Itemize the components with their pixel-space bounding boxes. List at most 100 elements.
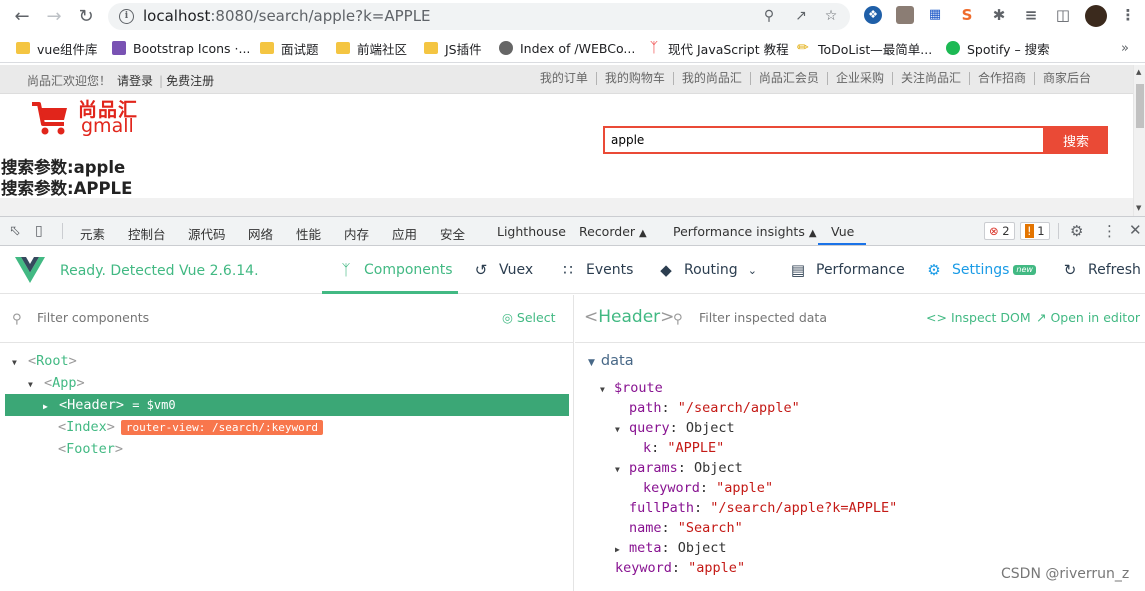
tree-node-index[interactable]: <Index> router-view: /search/:keyword [58, 416, 323, 438]
bookmark-item[interactable]: 面试题 [260, 40, 319, 57]
tab-console[interactable]: 控制台 [128, 224, 166, 243]
inspect-dom-button[interactable]: <> Inspect DOM [926, 310, 1031, 325]
page-scrollbar[interactable]: ▲ ▼ [1133, 65, 1145, 216]
expand-arrow-icon[interactable]: ▼ [12, 352, 28, 374]
zoom-icon[interactable]: ⚲ [760, 7, 778, 25]
data-row-route[interactable]: ▼ $route [600, 378, 663, 400]
bookmark-item[interactable]: vue组件库 [16, 40, 98, 57]
data-section-title[interactable]: ▼ data [588, 353, 634, 369]
topnav-cart[interactable]: 我的购物车 [595, 72, 673, 85]
reading-list-icon[interactable]: ≡ [1022, 6, 1040, 24]
register-link[interactable]: 免费注册 [166, 74, 214, 88]
devtools-close-icon[interactable]: ✕ [1129, 221, 1142, 239]
info-icon[interactable]: i [119, 9, 134, 24]
vue-tab-vuex[interactable]: ↺ Vuex [471, 261, 533, 279]
component-tree-pane: ⚲ ◎ Select ▼<Root> ▼<App> ▶<Header> = $v… [0, 295, 574, 591]
scroll-down-icon[interactable]: ▼ [1136, 204, 1141, 212]
topnav-orders[interactable]: 我的订单 [532, 72, 596, 85]
vue-logo-icon [15, 257, 45, 283]
tab-sources[interactable]: 源代码 [188, 224, 226, 243]
bookmark-item[interactable]: ᛉ 现代 JavaScript 教程 [647, 40, 789, 57]
topnav-merchant[interactable]: 商家后台 [1033, 72, 1099, 85]
bookmark-item[interactable]: Bootstrap Icons ·... [112, 40, 250, 56]
extension-s-icon[interactable]: S [958, 6, 976, 24]
tab-lighthouse[interactable]: Lighthouse [497, 224, 566, 239]
topnav-cooperate[interactable]: 合作招商 [968, 72, 1034, 85]
vue-tab-label: Components [364, 262, 453, 278]
tab-recorder[interactable]: Recorder ▲ [579, 224, 647, 239]
topnav-follow[interactable]: 关注尚品汇 [891, 72, 969, 85]
url-text[interactable]: localhost:8080/search/apple?k=APPLE [143, 7, 431, 25]
expand-arrow-icon[interactable]: ▶ [43, 396, 59, 418]
back-arrow-icon[interactable]: ← [10, 5, 34, 29]
extension-avatar-icon[interactable] [896, 6, 914, 24]
login-link[interactable]: 请登录 [117, 74, 153, 88]
data-row-params[interactable]: ▼ params: Object [615, 458, 743, 480]
extension-helper-icon[interactable]: ❖ [864, 6, 882, 24]
bookmark-label: ToDoList—最简单... [818, 41, 933, 57]
bookmark-item[interactable]: JS插件 [424, 40, 482, 57]
tree-node-app[interactable]: ▼ <App> [28, 372, 85, 394]
folder-icon [16, 42, 30, 54]
active-tab-indicator [818, 243, 866, 245]
data-row-k: k: "APPLE" [643, 440, 725, 456]
folder-icon [260, 42, 274, 54]
bookmarks-overflow-icon[interactable]: » [1121, 40, 1129, 56]
profile-avatar[interactable] [1085, 5, 1107, 27]
tree-node-root[interactable]: ▼ <Root> [12, 350, 77, 372]
browser-menu-icon[interactable]: ⋮ [1119, 6, 1137, 24]
vue-tab-routing[interactable]: ◆ Routing ⌄ [656, 261, 757, 279]
tab-security[interactable]: 安全 [440, 224, 465, 243]
extension-grid-icon[interactable]: ▦ [926, 6, 944, 24]
forward-arrow-icon[interactable]: → [42, 5, 66, 29]
site-logo[interactable]: 尚品汇 gmall [30, 96, 140, 141]
bookmark-label: 面试题 [281, 41, 319, 57]
scroll-up-icon[interactable]: ▲ [1136, 68, 1141, 76]
tab-application[interactable]: 应用 [392, 224, 417, 243]
bookmark-item[interactable]: Spotify – 搜索 [946, 40, 1050, 57]
vue-tab-events[interactable]: ∷ Events [558, 261, 633, 279]
error-count-badge[interactable]: ⊗ 2 [984, 222, 1015, 240]
tab-network[interactable]: 网络 [248, 224, 273, 243]
vue-tab-components[interactable]: ᛉ Components [336, 261, 453, 279]
search-button[interactable]: 搜索 [1044, 126, 1108, 154]
warning-count-badge[interactable]: ! 1 [1020, 222, 1050, 240]
tab-performance-insights[interactable]: Performance insights ▲ [673, 224, 817, 239]
share-icon[interactable]: ↗ [792, 7, 810, 25]
bookmark-item[interactable]: Index of /WEBCo... [499, 40, 635, 56]
inspector-filter-bar: <Header> ⚲ <> Inspect DOM ↗ Open in edit… [575, 295, 1145, 343]
topnav-enterprise[interactable]: 企业采购 [826, 72, 892, 85]
data-row-query[interactable]: ▼ query: Object [615, 418, 735, 440]
tree-node-footer[interactable]: <Footer> [58, 438, 123, 460]
bookmark-star-icon[interactable]: ☆ [822, 7, 840, 25]
scroll-thumb[interactable] [1136, 84, 1144, 128]
search-input[interactable] [603, 126, 1045, 154]
tab-elements[interactable]: 元素 [80, 224, 105, 243]
tab-memory[interactable]: 内存 [344, 224, 369, 243]
tab-vue[interactable]: Vue [831, 224, 854, 239]
data-row-meta[interactable]: ▶ meta: Object [615, 538, 727, 560]
devtools-settings-icon[interactable]: ⚙ [1070, 222, 1083, 240]
open-in-editor-button[interactable]: ↗ Open in editor [1036, 310, 1140, 325]
bookmark-item[interactable]: 前端社区 [336, 40, 407, 57]
device-toolbar-icon[interactable]: ▯ [35, 223, 43, 239]
topnav-my[interactable]: 我的尚品汇 [672, 72, 750, 85]
filter-inspected-input[interactable] [699, 310, 909, 325]
extensions-puzzle-icon[interactable]: ✱ [990, 6, 1008, 24]
topnav-member[interactable]: 尚品汇会员 [749, 72, 827, 85]
tab-performance[interactable]: 性能 [296, 224, 321, 243]
side-panel-icon[interactable]: ◫ [1054, 6, 1072, 24]
expand-arrow-icon[interactable]: ▼ [28, 374, 44, 396]
vue-tab-settings[interactable]: ⚙ Settings new [924, 261, 1036, 279]
vue-tab-refresh[interactable]: ↻ Refresh [1060, 261, 1141, 279]
devtools-more-icon[interactable]: ⋮ [1102, 222, 1117, 240]
reload-icon[interactable]: ↻ [74, 5, 98, 29]
address-bar[interactable]: i localhost:8080/search/apple?k=APPLE ⚲ … [108, 3, 850, 30]
filter-components-input[interactable] [37, 310, 337, 325]
tree-node-header[interactable]: ▶ <Header> = $vm0 [5, 394, 569, 416]
select-component-button[interactable]: ◎ Select [502, 310, 555, 325]
vue-tab-performance[interactable]: ▤ Performance [788, 261, 905, 279]
inspect-element-icon[interactable]: ⬁ [9, 223, 21, 239]
bookmark-item[interactable]: ✏ ToDoList—最简单... [797, 40, 933, 57]
horizontal-scrollbar[interactable] [0, 198, 1133, 216]
